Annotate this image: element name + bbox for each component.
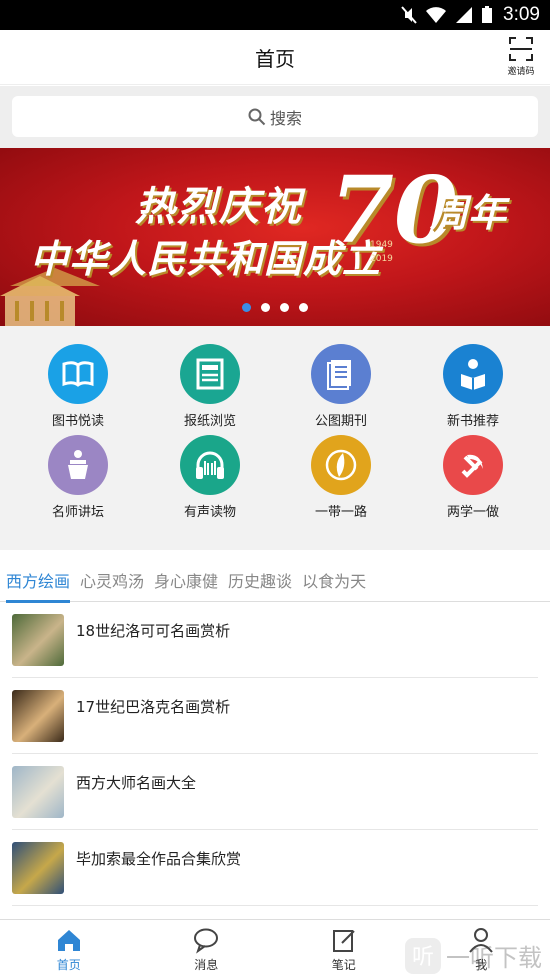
nav-message[interactable]: 消息 — [138, 920, 276, 979]
nav-home[interactable]: 首页 — [0, 920, 138, 979]
watermark-logo: 听 — [405, 937, 441, 974]
banner-carousel[interactable]: 热烈庆祝 中华人民共和国成立 70 1949 2019 周年 — [0, 148, 550, 326]
feature-label: 图书悦读 — [51, 414, 104, 429]
list-item[interactable]: 毕加索最全作品合集欣赏 — [12, 830, 538, 906]
banner-suffix: 周年 — [430, 190, 507, 235]
tab-1[interactable]: 西方绘画 — [6, 558, 71, 603]
signal-icon — [456, 7, 473, 23]
painting-thumbnail — [12, 842, 64, 894]
feature-newspaper[interactable]: 报纸浏览 — [155, 344, 265, 429]
list-item[interactable]: 17世纪巴洛克名画赏析 — [12, 678, 538, 754]
carousel-dot[interactable] — [299, 303, 308, 312]
mute-icon — [401, 6, 417, 24]
battery-icon — [482, 6, 493, 23]
page-title: 首页 — [255, 46, 295, 71]
carousel-dot[interactable] — [242, 303, 251, 312]
message-icon — [194, 928, 219, 954]
list-item-title: 18世纪洛可可名画赏析 — [76, 622, 231, 640]
feature-book[interactable]: 图书悦读 — [23, 344, 133, 429]
feature-circle — [180, 435, 240, 495]
nav-label: 首页 — [56, 958, 81, 972]
nav-label: 笔记 — [331, 958, 356, 972]
list-item[interactable]: 西方大师名画大全 — [12, 754, 538, 830]
tab-2[interactable]: 心灵鸡汤 — [80, 558, 144, 602]
feature-silk-road[interactable]: 一带一路 — [286, 435, 396, 520]
feature-label: 名师讲坛 — [51, 505, 104, 520]
status-bar: 3:09 — [0, 0, 550, 30]
feature-label: 一带一路 — [314, 505, 367, 520]
invite-code-label: 邀请码 — [507, 67, 535, 77]
wifi-icon — [426, 7, 447, 23]
watermark-text: 一听下载 — [446, 944, 542, 972]
painting-thumbnail — [12, 766, 64, 818]
feature-circle — [48, 344, 108, 404]
feature-circle — [48, 435, 108, 495]
journal-icon — [327, 360, 351, 390]
feature-label: 有声读物 — [183, 505, 236, 520]
feature-grid: 图书悦读 报纸浏览 公图期刊 新书推荐名师讲坛 有声读物 一带一路 两学一做 — [0, 326, 550, 550]
newspaper-icon — [196, 358, 224, 390]
reader-icon — [461, 359, 485, 390]
painting-thumbnail — [12, 690, 64, 742]
feature-circle — [443, 344, 503, 404]
silk-road-icon — [325, 449, 357, 481]
tab-3[interactable]: 身心康健 — [154, 558, 218, 602]
feature-circle — [443, 435, 503, 495]
feature-headphones[interactable]: 有声读物 — [155, 435, 265, 520]
banner-years: 1949 2019 — [370, 238, 393, 267]
invite-code-button[interactable]: 邀请码 — [506, 36, 536, 77]
list-item-title: 毕加索最全作品合集欣赏 — [76, 850, 242, 868]
nav-label: 消息 — [194, 958, 219, 972]
carousel-dot[interactable] — [280, 303, 289, 312]
list-item-title: 西方大师名画大全 — [76, 774, 197, 792]
status-icons — [401, 6, 493, 24]
search-area: 搜索 — [0, 86, 550, 148]
svg-text:听: 听 — [412, 945, 434, 970]
feature-circle — [311, 435, 371, 495]
feature-party-emblem[interactable]: 两学一做 — [418, 435, 528, 520]
podium-icon — [68, 450, 88, 479]
feature-circle — [180, 344, 240, 404]
list-item-title: 17世纪巴洛克名画赏析 — [76, 698, 231, 716]
banner-subheadline: 中华人民共和国成立 — [30, 236, 382, 281]
search-icon — [248, 108, 266, 125]
article-list: 18世纪洛可可名画赏析 17世纪巴洛克名画赏析 西方大师名画大全毕加索最全作品合集欣… — [0, 602, 550, 906]
feature-reader[interactable]: 新书推荐 — [418, 344, 528, 429]
carousel-dots — [0, 303, 550, 312]
home-icon — [57, 930, 80, 951]
note-icon — [332, 930, 355, 952]
app-header: 首页 邀请码 — [0, 30, 550, 85]
category-tabs: 西方绘画 心灵鸡汤 身心康健 历史趣谈 以食为天 — [0, 558, 550, 603]
feature-label: 报纸浏览 — [183, 414, 236, 429]
tab-4[interactable]: 历史趣谈 — [228, 558, 292, 602]
banner-headline: 热烈庆祝 — [135, 183, 303, 230]
carousel-dot[interactable] — [261, 303, 270, 312]
status-time: 3:09 — [503, 4, 540, 25]
feature-podium[interactable]: 名师讲坛 — [23, 435, 133, 520]
tab-5[interactable]: 以食为天 — [302, 558, 366, 602]
book-icon — [62, 361, 94, 387]
feature-label: 公图期刊 — [314, 414, 367, 429]
search-placeholder: 搜索 — [269, 108, 302, 128]
party-emblem-icon — [461, 454, 483, 478]
watermark: 听 一听下载 — [390, 932, 550, 979]
banner-year-end: 2019 — [370, 254, 393, 265]
feature-label: 新书推荐 — [446, 414, 499, 429]
painting-thumbnail — [12, 614, 64, 666]
headphones-icon — [196, 451, 224, 479]
search-input[interactable]: 搜索 — [12, 96, 538, 137]
list-item[interactable]: 18世纪洛可可名画赏析 — [12, 602, 538, 678]
feature-label: 两学一做 — [446, 505, 499, 520]
feature-journal[interactable]: 公图期刊 — [286, 344, 396, 429]
scan-icon — [509, 37, 533, 61]
feature-circle — [311, 344, 371, 404]
banner-year-start: 1949 — [370, 240, 393, 250]
